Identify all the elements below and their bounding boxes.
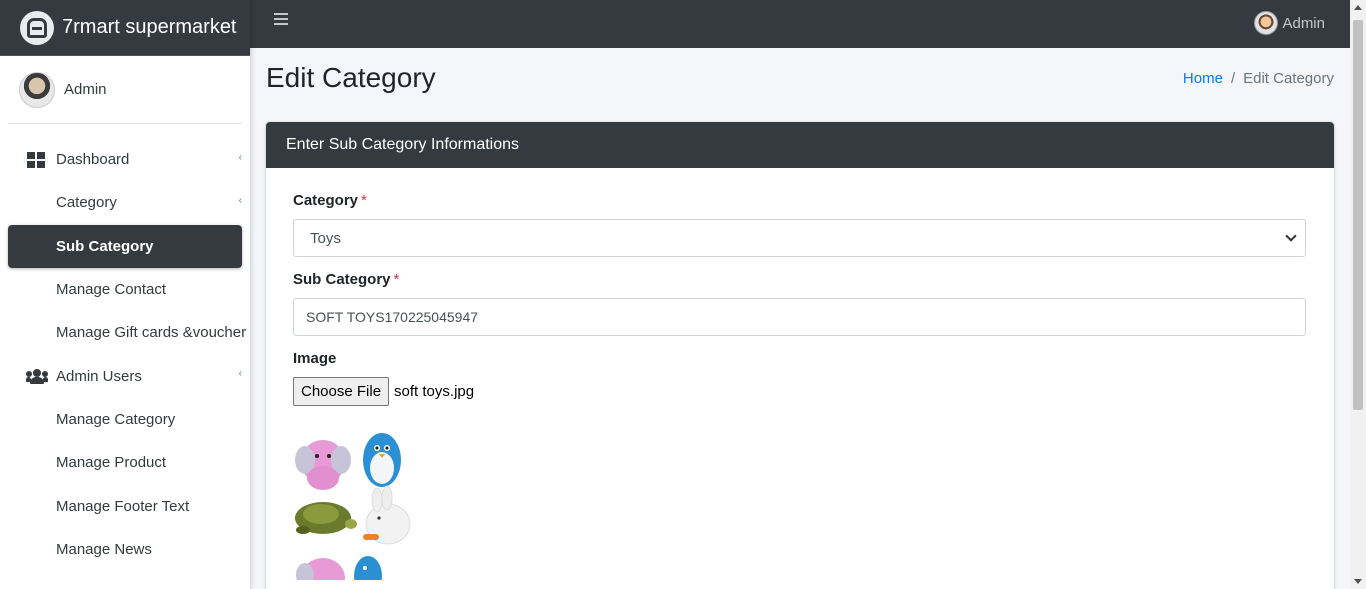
sidebar-item-label: Manage Gift cards &voucher	[56, 324, 247, 342]
hamburger-icon[interactable]	[274, 13, 288, 28]
sidebar-item-manage-footer-text[interactable]: Manage Footer Text	[8, 484, 242, 527]
file-input[interactable]: Choose File soft toys.jpg	[293, 377, 1307, 406]
sidebar-item-manage-gift-cards[interactable]: Manage Gift cards &voucher	[8, 311, 246, 354]
dashboard-grid-icon	[26, 151, 46, 168]
page-title: Edit Category	[266, 62, 436, 93]
users-icon	[26, 369, 48, 385]
image-preview	[293, 430, 418, 589]
sub-category-field-group: Sub Category * SOFT TOYS170225045947	[293, 271, 1307, 336]
elephant-toy-partial	[296, 558, 345, 589]
page-scrollbar[interactable]	[1350, 0, 1366, 589]
scrollbar-thumb[interactable]	[1353, 20, 1363, 410]
sidebar-item-label: Manage Contact	[56, 281, 167, 299]
user-menu[interactable]: Admin	[1254, 11, 1325, 35]
chevron-down-icon	[1285, 230, 1297, 242]
sidebar-item-dashboard[interactable]: Dashboard ‹	[8, 138, 242, 181]
penguin-toy-partial	[354, 556, 382, 589]
sidebar-item-label: Manage Product	[56, 454, 167, 472]
sidebar-item-label: Dashboard	[56, 151, 130, 169]
brand-logo-icon	[20, 10, 54, 45]
bunny-toy	[363, 485, 411, 545]
category-select-value: Toys	[310, 229, 341, 247]
category-select[interactable]: Toys	[293, 219, 1306, 257]
category-field-group: Category * Toys	[293, 192, 1307, 257]
sidebar-nav: Dashboard ‹ Category ‹ Sub Category Mana…	[0, 124, 250, 571]
category-label: Category *	[293, 192, 367, 209]
chevron-left-icon: ‹	[238, 368, 242, 380]
sidebar-item-category[interactable]: Category ‹	[8, 181, 242, 224]
sidebar-item-label: Manage Footer Text	[56, 497, 190, 515]
chevron-left-icon: ‹	[238, 195, 242, 207]
sidebar-item-manage-category[interactable]: Manage Category	[8, 398, 242, 441]
sub-category-input[interactable]: SOFT TOYS170225045947	[293, 298, 1306, 336]
breadcrumb: Home / Edit Category	[1183, 70, 1334, 87]
sidebar-item-label: Manage News	[56, 540, 152, 558]
sidebar: 7rmart supermarket Admin Dashboard ‹ Cat…	[0, 0, 250, 589]
sidebar-item-sub-category[interactable]: Sub Category	[8, 224, 242, 268]
elephant-toy	[295, 440, 351, 490]
sidebar-item-label: Sub Category	[56, 237, 154, 255]
user-menu-label: Admin	[1282, 14, 1325, 32]
required-mark: *	[361, 192, 367, 209]
user-name[interactable]: Admin	[64, 81, 107, 98]
card-body: Category * Toys Sub Category * SOFT TOYS17…	[266, 168, 1334, 589]
sub-category-form-card: Enter Sub Category Informations Category…	[266, 122, 1334, 589]
soft-toys-image	[295, 433, 411, 589]
card-title: Enter Sub Category Informations	[266, 122, 1334, 168]
penguin-toy	[363, 433, 401, 487]
sidebar-item-label: Admin Users	[56, 367, 142, 385]
avatar	[1254, 11, 1279, 35]
sidebar-item-manage-news[interactable]: Manage News	[8, 528, 242, 571]
sidebar-item-label: Manage Category	[56, 410, 176, 428]
avatar	[19, 71, 55, 108]
scroll-down-icon[interactable]	[1354, 579, 1362, 584]
brand-name: 7rmart supermarket	[62, 16, 237, 38]
sidebar-item-label: Category	[56, 194, 117, 212]
file-name: soft toys.jpg	[394, 383, 475, 400]
required-mark: *	[393, 271, 400, 288]
sidebar-item-manage-product[interactable]: Manage Product	[8, 441, 242, 484]
image-label: Image	[293, 350, 337, 367]
scroll-up-icon[interactable]	[1354, 5, 1362, 10]
breadcrumb-home-link[interactable]: Home	[1183, 70, 1223, 87]
sub-category-label: Sub Category *	[293, 271, 400, 288]
chevron-left-icon: ‹	[238, 152, 242, 163]
brand-link[interactable]: 7rmart supermarket	[0, 0, 250, 56]
sidebar-item-manage-contact[interactable]: Manage Contact	[8, 268, 242, 311]
user-panel[interactable]: Admin	[8, 56, 242, 124]
image-field-group: Image Choose File soft toys.jpg	[293, 350, 1307, 589]
turtle-toy	[295, 502, 357, 534]
breadcrumb-separator: /	[1230, 70, 1236, 87]
sidebar-item-admin-users[interactable]: Admin Users ‹	[8, 354, 242, 397]
content-header: Edit Category Home / Edit Category	[266, 62, 1334, 94]
top-navbar: Admin	[250, 0, 1350, 48]
breadcrumb-current: Edit Category	[1243, 70, 1334, 87]
choose-file-button[interactable]: Choose File	[293, 377, 390, 406]
